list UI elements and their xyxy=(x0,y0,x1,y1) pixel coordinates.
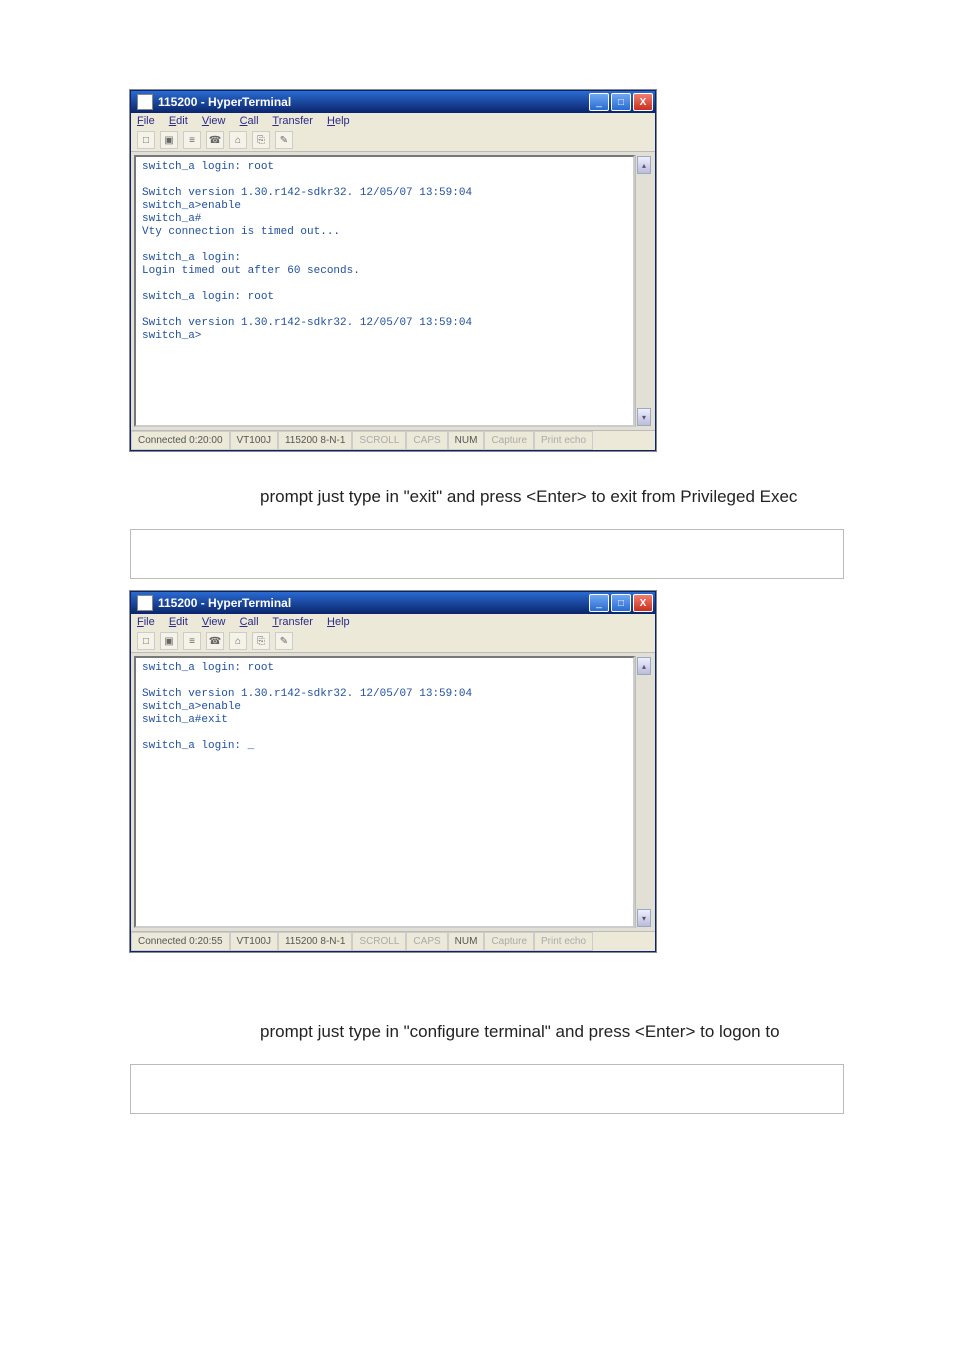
status-caps: CAPS xyxy=(406,431,447,450)
toolbar-open-icon[interactable]: ▣ xyxy=(160,131,178,149)
status-capture: Capture xyxy=(484,431,534,450)
scroll-down-icon[interactable]: ▾ xyxy=(637,408,651,426)
toolbar-properties-icon[interactable]: ≡ xyxy=(183,632,201,650)
toolbar-call-icon[interactable]: ☎ xyxy=(206,632,224,650)
hyperterminal-window-1: 115200 - HyperTerminal _ □ X File Edit V… xyxy=(130,90,656,451)
toolbar: □ ▣ ≡ ☎ ⌂ ⎘ ✎ xyxy=(131,630,655,653)
toolbar-new-icon[interactable]: □ xyxy=(137,632,155,650)
frame-1 xyxy=(130,529,844,579)
status-params: 115200 8-N-1 xyxy=(278,932,352,951)
status-connected: Connected 0:20:00 xyxy=(131,431,230,450)
menu-call[interactable]: Call xyxy=(240,115,259,127)
scroll-down-icon[interactable]: ▾ xyxy=(637,909,651,927)
toolbar-disconnect-icon[interactable]: ⌂ xyxy=(229,632,247,650)
toolbar-disconnect-icon[interactable]: ⌂ xyxy=(229,131,247,149)
status-bar: Connected 0:20:00 VT100J 115200 8-N-1 SC… xyxy=(131,430,655,450)
close-button[interactable]: X xyxy=(633,93,653,111)
maximize-button[interactable]: □ xyxy=(611,594,631,612)
maximize-button[interactable]: □ xyxy=(611,93,631,111)
toolbar-send-icon[interactable]: ⎘ xyxy=(252,632,270,650)
toolbar-receive-icon[interactable]: ✎ xyxy=(275,131,293,149)
menu-bar: File Edit View Call Transfer Help xyxy=(131,614,655,630)
titlebar[interactable]: 115200 - HyperTerminal _ □ X xyxy=(131,91,655,113)
status-params: 115200 8-N-1 xyxy=(278,431,352,450)
menu-help[interactable]: Help xyxy=(327,616,350,628)
terminal-output[interactable]: switch_a login: root Switch version 1.30… xyxy=(134,155,635,427)
status-caps: CAPS xyxy=(406,932,447,951)
status-capture: Capture xyxy=(484,932,534,951)
toolbar-properties-icon[interactable]: ≡ xyxy=(183,131,201,149)
app-icon xyxy=(137,94,153,110)
menu-file[interactable]: File xyxy=(137,616,155,628)
toolbar: □ ▣ ≡ ☎ ⌂ ⎘ ✎ xyxy=(131,129,655,152)
toolbar-call-icon[interactable]: ☎ xyxy=(206,131,224,149)
toolbar-receive-icon[interactable]: ✎ xyxy=(275,632,293,650)
menu-transfer[interactable]: Transfer xyxy=(272,616,313,628)
window-title: 115200 - HyperTerminal xyxy=(158,596,589,610)
hyperterminal-window-2: 115200 - HyperTerminal _ □ X File Edit V… xyxy=(130,591,656,952)
menu-view[interactable]: View xyxy=(202,115,226,127)
status-num: NUM xyxy=(448,431,485,450)
minimize-button[interactable]: _ xyxy=(589,93,609,111)
scroll-up-icon[interactable]: ▴ xyxy=(637,657,651,675)
menu-call[interactable]: Call xyxy=(240,616,259,628)
status-printecho: Print echo xyxy=(534,431,593,450)
menu-edit[interactable]: Edit xyxy=(169,115,188,127)
status-num: NUM xyxy=(448,932,485,951)
status-scroll: SCROLL xyxy=(352,932,406,951)
status-emulation: VT100J xyxy=(230,431,278,450)
status-connected: Connected 0:20:55 xyxy=(131,932,230,951)
vertical-scrollbar[interactable]: ▴ ▾ xyxy=(635,155,652,427)
app-icon xyxy=(137,595,153,611)
menu-help[interactable]: Help xyxy=(327,115,350,127)
caption-1: prompt just type in "exit" and press <En… xyxy=(260,487,844,507)
status-printecho: Print echo xyxy=(534,932,593,951)
status-bar: Connected 0:20:55 VT100J 115200 8-N-1 SC… xyxy=(131,931,655,951)
scroll-up-icon[interactable]: ▴ xyxy=(637,156,651,174)
toolbar-new-icon[interactable]: □ xyxy=(137,131,155,149)
close-button[interactable]: X xyxy=(633,594,653,612)
minimize-button[interactable]: _ xyxy=(589,594,609,612)
menu-view[interactable]: View xyxy=(202,616,226,628)
menu-bar: File Edit View Call Transfer Help xyxy=(131,113,655,129)
status-emulation: VT100J xyxy=(230,932,278,951)
terminal-output[interactable]: switch_a login: root Switch version 1.30… xyxy=(134,656,635,928)
vertical-scrollbar[interactable]: ▴ ▾ xyxy=(635,656,652,928)
status-scroll: SCROLL xyxy=(352,431,406,450)
menu-transfer[interactable]: Transfer xyxy=(272,115,313,127)
toolbar-open-icon[interactable]: ▣ xyxy=(160,632,178,650)
menu-file[interactable]: File xyxy=(137,115,155,127)
menu-edit[interactable]: Edit xyxy=(169,616,188,628)
window-title: 115200 - HyperTerminal xyxy=(158,95,589,109)
caption-2: prompt just type in "configure terminal"… xyxy=(260,1022,844,1042)
toolbar-send-icon[interactable]: ⎘ xyxy=(252,131,270,149)
frame-2 xyxy=(130,1064,844,1114)
titlebar[interactable]: 115200 - HyperTerminal _ □ X xyxy=(131,592,655,614)
